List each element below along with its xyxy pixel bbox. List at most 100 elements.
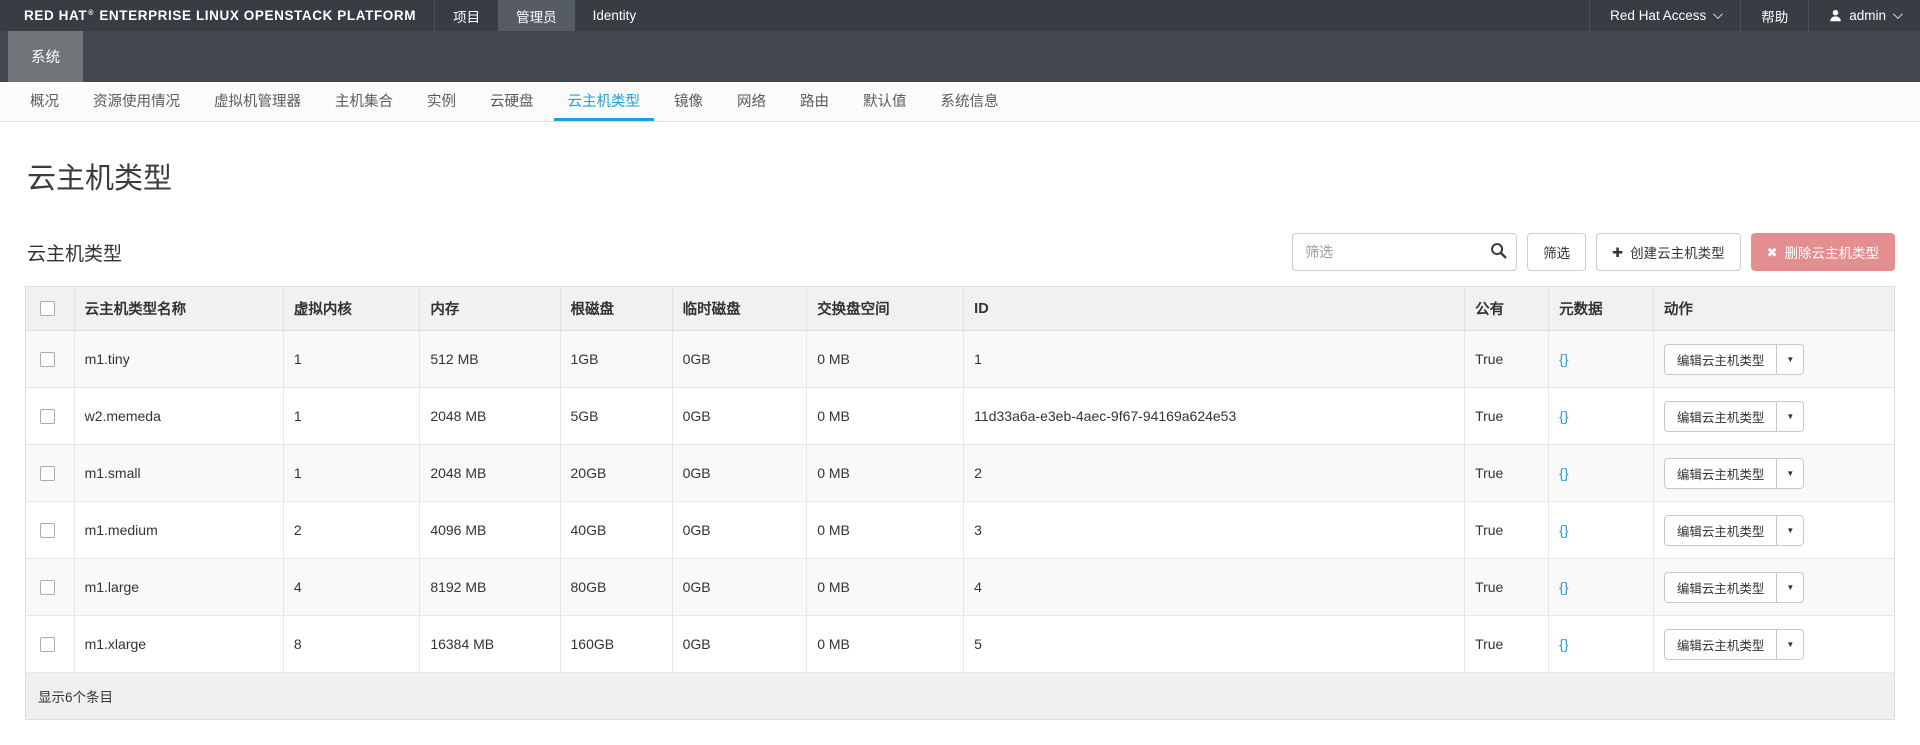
cell-ephemeral_disk: 0GB xyxy=(672,501,808,559)
cell-metadata: {} xyxy=(1548,330,1654,388)
column-header-交换盘空间: 交换盘空间 xyxy=(806,286,965,331)
table-row: m1.tiny 1 512 MB 1GB 0GB 0 MB 1 True{} 编辑云主机类型 ▼ xyxy=(25,330,1895,388)
edit-flavor-button-group: 编辑云主机类型 ▼ xyxy=(1663,400,1805,432)
red-hat-access-menu[interactable]: Red Hat Access xyxy=(1589,0,1740,31)
row-checkbox-cell xyxy=(25,501,75,559)
context-tab-system[interactable]: 系统 xyxy=(8,31,83,82)
cell-name: m1.medium xyxy=(74,501,284,559)
cell-vcpus: 1 xyxy=(283,330,421,388)
tab-实例[interactable]: 实例 xyxy=(413,82,470,121)
metadata-link[interactable]: {} xyxy=(1559,351,1568,367)
create-flavor-button[interactable]: ✚ 创建云主机类型 xyxy=(1596,233,1741,271)
help-label: 帮助 xyxy=(1761,9,1789,25)
edit-flavor-dropdown-toggle[interactable]: ▼ xyxy=(1777,571,1805,603)
user-menu[interactable]: admin xyxy=(1808,0,1920,31)
metadata-link[interactable]: {} xyxy=(1559,579,1568,595)
row-checkbox-cell xyxy=(25,444,75,502)
delete-flavor-button[interactable]: ✖ 删除云主机类型 xyxy=(1750,233,1895,271)
row-checkbox[interactable] xyxy=(40,351,55,367)
edit-flavor-button[interactable]: 编辑云主机类型 xyxy=(1663,571,1778,603)
cell-ephemeral_disk: 0GB xyxy=(672,558,808,616)
top-nav-tab-管理员[interactable]: 管理员 xyxy=(498,0,575,31)
edit-flavor-button[interactable]: 编辑云主机类型 xyxy=(1663,343,1778,375)
cell-ram: 2048 MB xyxy=(419,387,561,445)
edit-flavor-dropdown-toggle[interactable]: ▼ xyxy=(1777,457,1805,489)
edit-flavor-dropdown-toggle[interactable]: ▼ xyxy=(1777,400,1805,432)
edit-flavor-button[interactable]: 编辑云主机类型 xyxy=(1663,457,1778,489)
flavors-table: 云主机类型名称 虚拟内核 内存 根磁盘 临时磁盘 交换盘空间 ID 公有 元数据 动作 m1.ti… xyxy=(25,286,1895,673)
table-row: m1.small 1 2048 MB 20GB 0GB 0 MB 2 True {} 编辑云主机类… xyxy=(25,444,1895,502)
row-checkbox[interactable] xyxy=(40,636,55,652)
row-checkbox[interactable] xyxy=(40,522,55,538)
cell-swap: 0 MB xyxy=(806,387,965,445)
edit-flavor-dropdown-toggle[interactable]: ▼ xyxy=(1777,514,1805,546)
top-nav-tab-Identity[interactable]: Identity xyxy=(575,0,655,31)
edit-flavor-button[interactable]: 编辑云主机类型 xyxy=(1663,400,1778,432)
tab-路由[interactable]: 路由 xyxy=(786,82,843,121)
edit-flavor-dropdown-toggle[interactable]: ▼ xyxy=(1777,628,1805,660)
section-title: 云主机类型 xyxy=(27,243,123,265)
cell-id: 5 xyxy=(963,615,1466,673)
column-header-虚拟内核: 虚拟内核 xyxy=(283,286,421,331)
metadata-link[interactable]: {} xyxy=(1559,408,1568,424)
tab-虚拟机管理器[interactable]: 虚拟机管理器 xyxy=(200,82,315,121)
cell-metadata: {} xyxy=(1548,558,1654,616)
cell-root_disk: 80GB xyxy=(560,558,673,616)
cell-metadata: {} xyxy=(1548,615,1654,673)
navbar-spacer xyxy=(654,0,1589,31)
cell-metadata: {} xyxy=(1548,444,1654,502)
cell-actions: 编辑云主机类型 ▼ xyxy=(1653,558,1895,616)
x-icon: ✖ xyxy=(1766,244,1778,260)
tab-云主机类型[interactable]: 云主机类型 xyxy=(553,82,654,121)
metadata-link[interactable]: {} xyxy=(1559,522,1568,538)
tab-云硬盘[interactable]: 云硬盘 xyxy=(476,82,548,121)
cell-metadata: {} xyxy=(1548,501,1654,559)
row-checkbox[interactable] xyxy=(40,465,55,481)
table-row: m1.large 4 8192 MB 80GB 0GB 0 MB 4 True{} 编辑云主机类… xyxy=(25,558,1895,616)
tab-概况[interactable]: 概况 xyxy=(16,82,73,121)
top-nav-tab-项目[interactable]: 项目 xyxy=(435,0,498,31)
row-checkbox[interactable] xyxy=(40,579,55,595)
column-header-内存: 内存 xyxy=(419,286,561,331)
table-head: 云主机类型名称 虚拟内核 内存 根磁盘 临时磁盘 交换盘空间 ID 公有 元数据 动作 xyxy=(25,286,1895,331)
edit-flavor-dropdown-toggle[interactable]: ▼ xyxy=(1777,343,1805,375)
edit-flavor-button[interactable]: 编辑云主机类型 xyxy=(1663,514,1778,546)
cell-root_disk: 5GB xyxy=(560,387,673,445)
tab-网络[interactable]: 网络 xyxy=(723,82,780,121)
filter-button[interactable]: 筛选 xyxy=(1527,233,1587,271)
main-content: 云主机类型 云主机类型 筛选 ✚ 创建云主机类型 ✖ 删除云主机类型 xyxy=(0,155,1920,720)
metadata-link[interactable]: {} xyxy=(1559,636,1568,652)
red-hat-access-label: Red Hat Access xyxy=(1610,8,1707,23)
cell-ephemeral_disk: 0GB xyxy=(672,615,808,673)
edit-flavor-button-group: 编辑云主机类型 ▼ xyxy=(1663,514,1805,546)
cell-id: 1 xyxy=(963,330,1466,388)
tab-主机集合[interactable]: 主机集合 xyxy=(321,82,407,121)
cell-public: True xyxy=(1464,387,1550,445)
search-icon xyxy=(1490,242,1507,264)
table-toolbar: 云主机类型 筛选 ✚ 创建云主机类型 ✖ 删除云主机类型 xyxy=(25,233,1895,271)
help-button[interactable]: 帮助 xyxy=(1740,0,1808,31)
cell-ephemeral_disk: 0GB xyxy=(672,444,808,502)
tab-系统信息[interactable]: 系统信息 xyxy=(927,82,1013,121)
edit-flavor-button-group: 编辑云主机类型 ▼ xyxy=(1663,343,1805,375)
tab-资源使用情况[interactable]: 资源使用情况 xyxy=(79,82,194,121)
cell-ram: 8192 MB xyxy=(419,558,561,616)
select-all-checkbox[interactable] xyxy=(40,301,55,316)
tab-镜像[interactable]: 镜像 xyxy=(660,82,717,121)
tab-默认值[interactable]: 默认值 xyxy=(849,82,921,121)
column-header-根磁盘: 根磁盘 xyxy=(560,286,673,331)
filter-input[interactable] xyxy=(1292,233,1518,271)
cell-vcpus: 4 xyxy=(283,558,421,616)
row-checkbox[interactable] xyxy=(40,408,55,424)
metadata-link[interactable]: {} xyxy=(1559,465,1568,481)
edit-flavor-button-group: 编辑云主机类型 ▼ xyxy=(1663,457,1805,489)
cell-root_disk: 160GB xyxy=(560,615,673,673)
top-nav-tabs: 项目 管理员 Identity xyxy=(434,0,654,31)
cell-id: 3 xyxy=(963,501,1466,559)
cell-actions: 编辑云主机类型 ▼ xyxy=(1653,330,1895,388)
cell-id: 11d33a6a-e3eb-4aec-9f67-94169a624e53 xyxy=(963,387,1466,445)
registered-mark: ® xyxy=(88,10,94,17)
chevron-down-icon xyxy=(1713,9,1724,20)
context-bar: 系统 xyxy=(0,31,1920,82)
edit-flavor-button[interactable]: 编辑云主机类型 xyxy=(1663,628,1778,660)
